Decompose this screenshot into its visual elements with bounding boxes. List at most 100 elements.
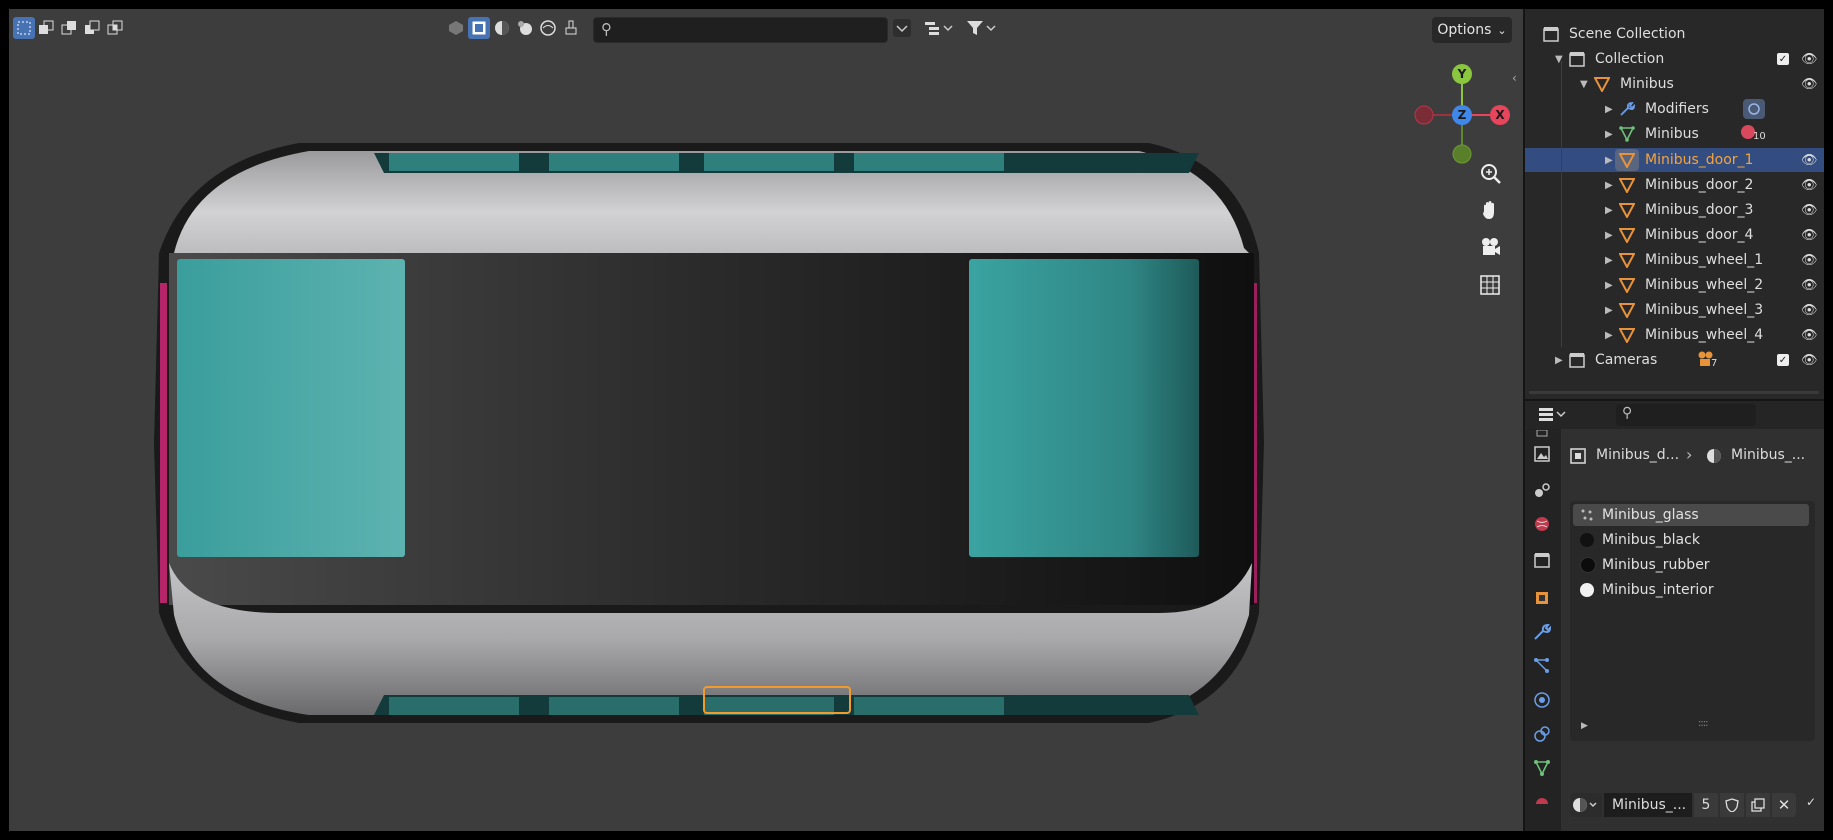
- visibility-eye-icon[interactable]: 👁: [1801, 178, 1818, 193]
- rendered-shading-icon[interactable]: [537, 17, 559, 39]
- outliner-row-minibus-mesh[interactable]: ▶ Minibus 10: [1525, 122, 1824, 146]
- editor-type-dropdown[interactable]: [1535, 403, 1571, 425]
- visibility-eye-icon[interactable]: 👁: [1801, 278, 1818, 293]
- outliner-row-minibus-wheel-2[interactable]: ▶ Minibus_wheel_2 👁: [1525, 273, 1824, 297]
- gizmo-x-axis[interactable]: X: [1490, 105, 1510, 125]
- breadcrumb-material[interactable]: Minibus_...: [1731, 447, 1805, 463]
- browse-material-dropdown[interactable]: [1570, 793, 1602, 817]
- expand-arrow-icon[interactable]: ▶: [1555, 355, 1563, 366]
- tab-material[interactable]: [1531, 789, 1553, 811]
- outliner-row-minibus-door-1[interactable]: ▶ Minibus_door_1 👁: [1525, 148, 1824, 172]
- select-box-icon[interactable]: [13, 17, 35, 39]
- expand-arrow-icon[interactable]: ▶: [1605, 104, 1613, 115]
- wireframe-shading-icon[interactable]: [468, 17, 490, 39]
- visibility-eye-icon[interactable]: 👁: [1801, 253, 1818, 268]
- material-slot[interactable]: Minibus_black: [1573, 529, 1809, 551]
- mode-set-icon[interactable]: [35, 17, 57, 39]
- tab-tool[interactable]: [1531, 423, 1553, 445]
- tab-constraints[interactable]: [1531, 723, 1553, 745]
- expand-arrow-icon[interactable]: ▶: [1581, 721, 1588, 731]
- outliner-row-minibus-wheel-4[interactable]: ▶ Minibus_wheel_4 👁: [1525, 323, 1824, 347]
- outliner-row-cameras[interactable]: ▶ Cameras 7 ✓ 👁: [1525, 348, 1824, 372]
- material-slot-list[interactable]: Minibus_glass Minibus_black Minibus_rubb…: [1570, 501, 1815, 741]
- tab-world[interactable]: [1531, 513, 1553, 535]
- mode-subtract-icon[interactable]: [81, 17, 103, 39]
- expand-arrow-icon[interactable]: ▶: [1605, 205, 1613, 216]
- user-count-button[interactable]: 5: [1694, 793, 1718, 817]
- paint-brush-icon[interactable]: [560, 17, 582, 39]
- outliner-row-minibus-door-4[interactable]: ▶ Minibus_door_4 👁: [1525, 223, 1824, 247]
- material-slot[interactable]: Minibus_glass: [1573, 504, 1809, 526]
- visibility-eye-icon[interactable]: 👁: [1801, 77, 1818, 92]
- outliner-row-minibus[interactable]: ▼ Minibus 👁: [1525, 72, 1824, 96]
- navigation-gizmo[interactable]: Y X Z: [1411, 56, 1515, 166]
- expand-arrow-icon[interactable]: ▶: [1605, 305, 1613, 316]
- eyedropper-icon[interactable]: ✓: [1806, 795, 1822, 815]
- minibus-model[interactable]: [149, 143, 1289, 733]
- outliner-row-modifiers[interactable]: ▶ Modifiers: [1525, 97, 1824, 121]
- outliner-row-collection[interactable]: ▼ Collection ✓ 👁: [1525, 47, 1824, 71]
- grid-ortho-icon[interactable]: [1475, 270, 1505, 300]
- selected-door-outline[interactable]: [703, 686, 851, 714]
- material-preview-icon[interactable]: [514, 17, 536, 39]
- panel-divider[interactable]: [1523, 9, 1525, 831]
- pan-hand-icon[interactable]: [1475, 195, 1505, 225]
- expand-arrow-icon[interactable]: ▶: [1605, 230, 1613, 241]
- panel-divider[interactable]: [1525, 399, 1824, 401]
- tab-collection[interactable]: [1531, 549, 1553, 571]
- visibility-eye-icon[interactable]: 👁: [1801, 203, 1818, 218]
- visibility-eye-icon[interactable]: 👁: [1801, 153, 1818, 168]
- expand-arrow-icon[interactable]: ▶: [1605, 129, 1613, 140]
- expand-arrow-icon[interactable]: ▶: [1605, 180, 1613, 191]
- mode-intersect-icon[interactable]: [104, 17, 126, 39]
- zoom-icon[interactable]: [1475, 158, 1505, 188]
- outliner-row-minibus-door-3[interactable]: ▶ Minibus_door_3 👁: [1525, 198, 1824, 222]
- material-slot[interactable]: Minibus_rubber: [1573, 554, 1809, 576]
- gizmo-z-axis[interactable]: Z: [1452, 105, 1472, 125]
- tab-modifiers[interactable]: [1531, 621, 1553, 643]
- outliner-row-minibus-wheel-3[interactable]: ▶ Minibus_wheel_3 👁: [1525, 298, 1824, 322]
- material-name-field[interactable]: Minibus_...: [1604, 793, 1692, 817]
- solid-shading-icon[interactable]: [491, 17, 513, 39]
- viewport-search-input[interactable]: ⚲: [593, 17, 888, 43]
- expand-arrow-icon[interactable]: ▼: [1580, 79, 1588, 90]
- expand-arrow-icon[interactable]: ▶: [1605, 330, 1613, 341]
- exclude-checkbox[interactable]: ✓: [1777, 53, 1789, 65]
- gizmo-y-axis[interactable]: Y: [1452, 64, 1472, 84]
- filter-dropdown-icon[interactable]: [891, 17, 913, 39]
- tab-object[interactable]: [1531, 587, 1553, 609]
- material-slot[interactable]: Minibus_interior: [1573, 579, 1809, 601]
- tab-object-data[interactable]: [1531, 757, 1553, 779]
- outliner-row-minibus-door-2[interactable]: ▶ Minibus_door_2 👁: [1525, 173, 1824, 197]
- mode-extend-icon[interactable]: [58, 17, 80, 39]
- tab-render-output[interactable]: [1531, 443, 1553, 465]
- outliner-scrollbar[interactable]: [1529, 391, 1819, 394]
- expand-arrow-icon[interactable]: ▶: [1605, 280, 1613, 291]
- unlink-material-close-icon[interactable]: ✕: [1772, 793, 1796, 817]
- tab-view-layer[interactable]: [1531, 479, 1553, 501]
- options-dropdown[interactable]: Options ⌄: [1432, 17, 1512, 43]
- camera-view-icon[interactable]: [1475, 232, 1505, 262]
- duplicate-material-icon[interactable]: [1746, 793, 1770, 817]
- visibility-eye-icon[interactable]: 👁: [1801, 303, 1818, 318]
- 3d-viewport[interactable]: ⚲ Options ⌄ Y X Z ‹: [9, 9, 1523, 831]
- filter-funnel-icon[interactable]: [964, 17, 1000, 39]
- sidebar-toggle-icon[interactable]: ‹: [1512, 71, 1517, 85]
- expand-arrow-icon[interactable]: ▶: [1605, 155, 1613, 166]
- expand-arrow-icon[interactable]: ▶: [1605, 255, 1613, 266]
- fake-user-shield-icon[interactable]: [1720, 793, 1744, 817]
- tab-physics[interactable]: [1531, 689, 1553, 711]
- resize-grip-icon[interactable]: ::::: [1698, 718, 1709, 729]
- properties-search-input[interactable]: ⚲: [1616, 404, 1756, 426]
- visibility-eye-icon[interactable]: 👁: [1801, 353, 1818, 368]
- xray-icon[interactable]: [445, 17, 467, 39]
- tab-particles[interactable]: [1531, 655, 1553, 677]
- hierarchy-display-icon[interactable]: [922, 17, 958, 39]
- outliner-row-minibus-wheel-1[interactable]: ▶ Minibus_wheel_1 👁: [1525, 248, 1824, 272]
- visibility-eye-icon[interactable]: 👁: [1801, 52, 1818, 67]
- exclude-checkbox[interactable]: ✓: [1777, 354, 1789, 366]
- breadcrumb-object[interactable]: Minibus_d...: [1596, 447, 1679, 463]
- outliner-row-scene-collection[interactable]: Scene Collection: [1525, 22, 1824, 46]
- visibility-eye-icon[interactable]: 👁: [1801, 328, 1818, 343]
- visibility-eye-icon[interactable]: 👁: [1801, 228, 1818, 243]
